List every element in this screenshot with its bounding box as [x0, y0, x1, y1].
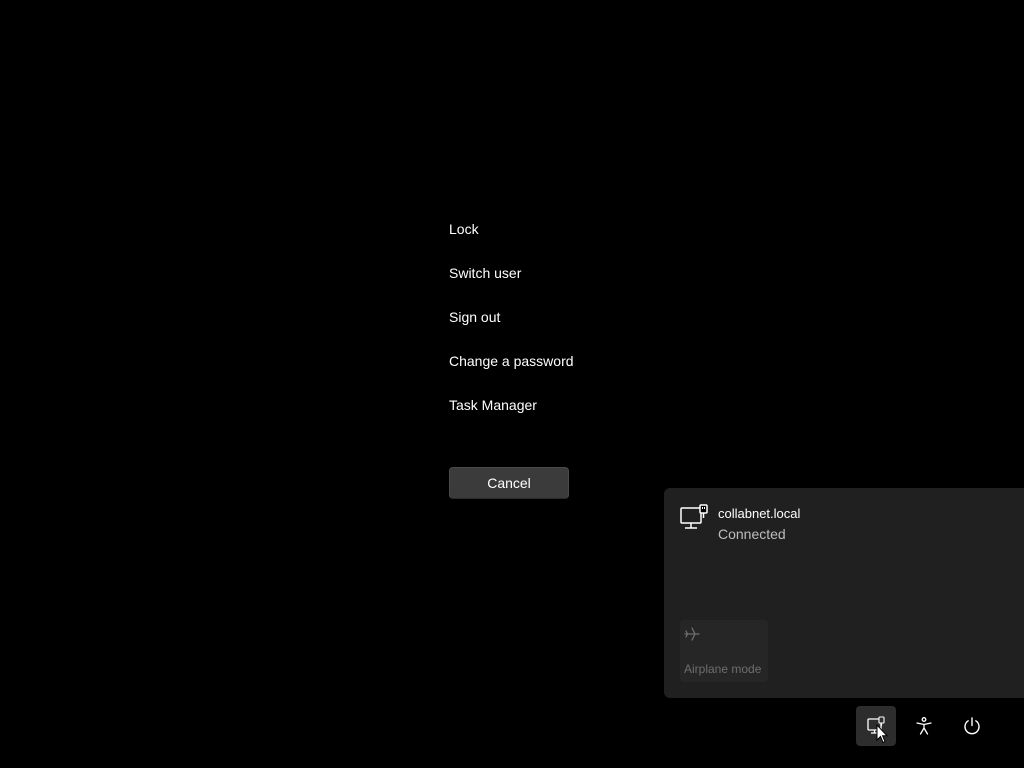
network-name: collabnet.local: [718, 506, 801, 521]
airplane-icon: [684, 627, 700, 641]
accessibility-tray-button[interactable]: [904, 706, 944, 746]
mouse-cursor-icon: [876, 724, 888, 744]
power-tray-button[interactable]: [952, 706, 992, 746]
security-screen: Lock Switch user Sign out Change a passw…: [0, 0, 1024, 768]
network-status: Connected: [718, 526, 786, 542]
switch-user-option[interactable]: Switch user: [449, 257, 669, 301]
change-password-option[interactable]: Change a password: [449, 345, 669, 389]
network-connection-item[interactable]: collabnet.local Connected: [680, 504, 800, 544]
wired-network-icon: [680, 504, 708, 529]
security-options-list: Lock Switch user Sign out Change a passw…: [449, 213, 669, 433]
lock-option[interactable]: Lock: [449, 213, 669, 257]
network-flyout: collabnet.local Connected Airplane mode: [664, 488, 1024, 698]
network-text: collabnet.local Connected: [718, 504, 800, 544]
accessibility-icon: [916, 717, 932, 735]
cancel-button[interactable]: Cancel: [449, 467, 569, 499]
airplane-mode-toggle[interactable]: Airplane mode: [680, 620, 768, 682]
power-icon: [964, 717, 980, 735]
airplane-mode-label: Airplane mode: [684, 662, 762, 676]
sign-out-option[interactable]: Sign out: [449, 301, 669, 345]
task-manager-option[interactable]: Task Manager: [449, 389, 669, 433]
